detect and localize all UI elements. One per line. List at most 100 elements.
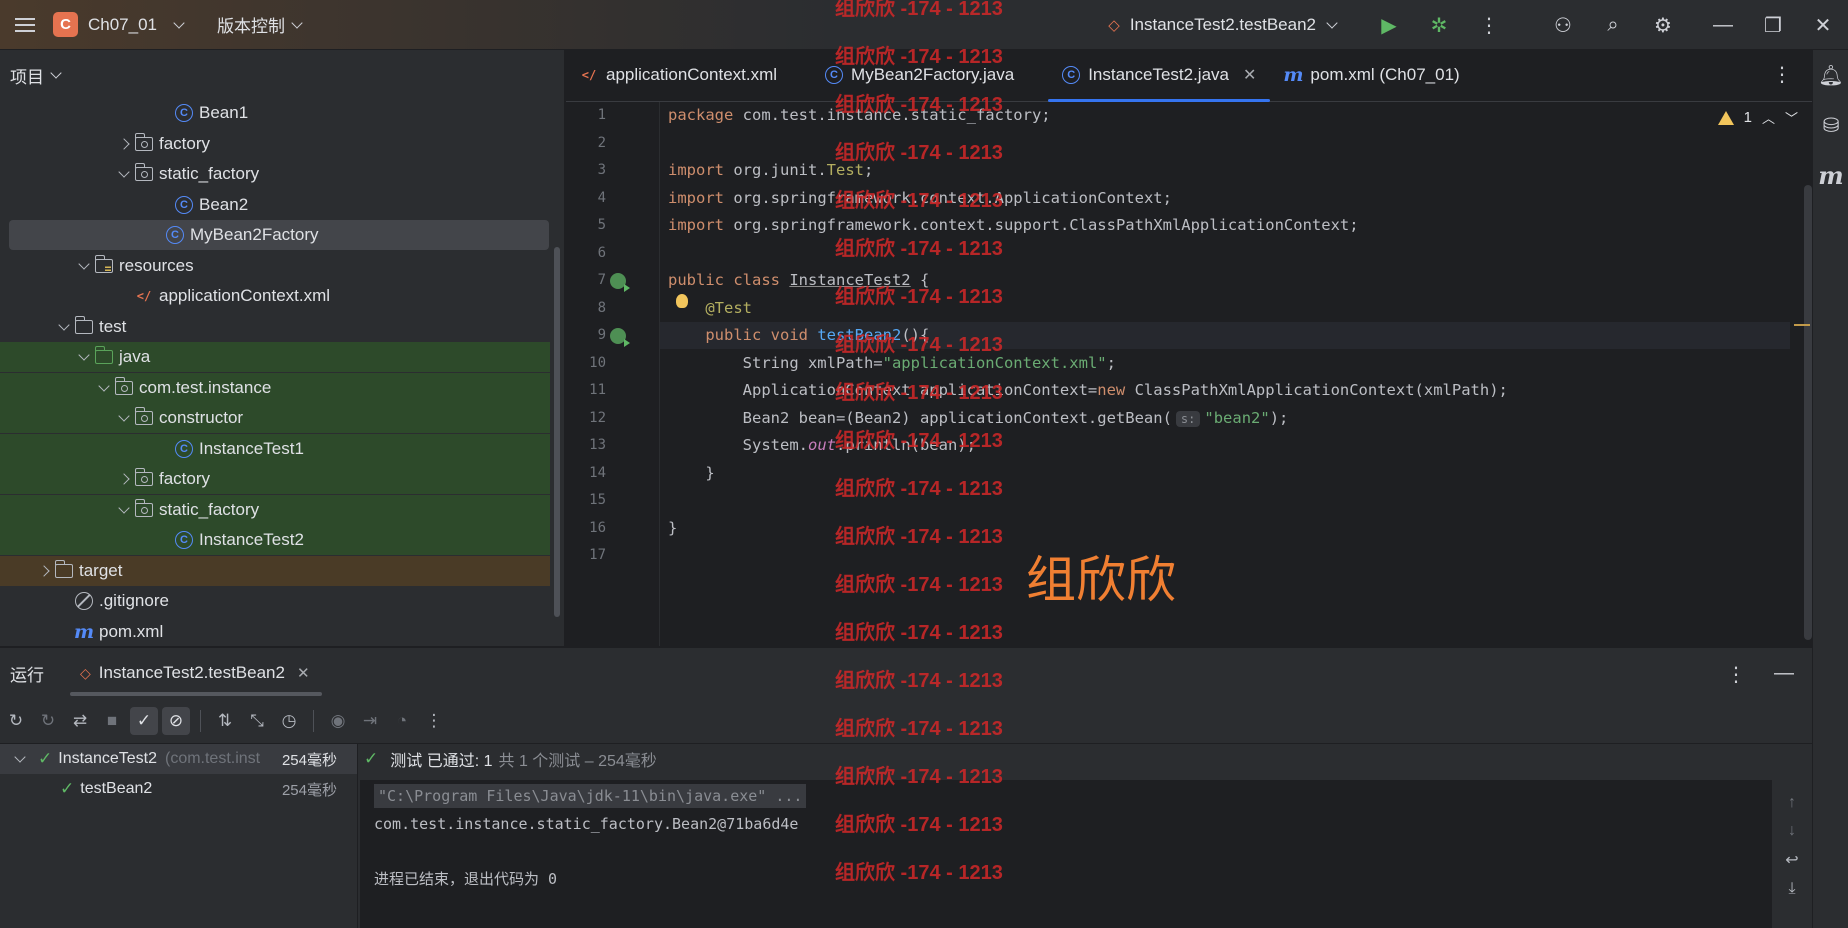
line-number[interactable]: 5 — [566, 212, 606, 239]
tree-node[interactable]: factory — [0, 464, 550, 494]
tree-node[interactable]: static_factory — [0, 494, 550, 525]
line-number[interactable]: 15 — [566, 487, 606, 514]
collapse-arrow-icon[interactable] — [113, 129, 135, 159]
show-ignored-icon[interactable]: ⊘ — [162, 706, 190, 735]
inspection-widget[interactable]: 1 ︿ ﹀ — [1717, 108, 1798, 127]
tree-node[interactable]: C Bean1 — [0, 98, 550, 128]
editor-tab[interactable]: </ applicationContext.xml — [566, 49, 791, 101]
run-configuration-selector[interactable]: ◇ InstanceTest2.testBean2 — [1108, 15, 1338, 35]
project-panel-header[interactable]: 项目 — [0, 50, 564, 100]
tree-node[interactable]: C InstanceTest1 — [0, 433, 550, 464]
tree-node[interactable]: resources — [0, 251, 550, 281]
editor-tab[interactable]: m pom.xml (Ch07_01) — [1270, 49, 1473, 101]
line-number[interactable]: 4 — [566, 185, 606, 212]
run-icon[interactable]: ▶ — [1364, 0, 1414, 50]
line-number[interactable]: 8 — [566, 295, 606, 322]
more-options-icon[interactable]: ⋮ — [1726, 662, 1746, 687]
search-icon[interactable]: ⌕ — [1588, 0, 1638, 50]
restore-window-icon[interactable]: ❐ — [1748, 0, 1798, 50]
line-number[interactable]: 11 — [566, 377, 606, 404]
tree-node[interactable]: C MyBean2Factory — [9, 220, 549, 250]
coverage-icon[interactable]: ◔ — [388, 707, 416, 735]
next-highlight-icon[interactable]: ﹀ — [1785, 108, 1798, 127]
notifications-icon[interactable]: 🔔︎ — [1813, 50, 1848, 100]
sort-by-duration-icon[interactable]: ⤡ — [243, 707, 271, 735]
line-number[interactable]: 14 — [566, 460, 606, 487]
more-toolbar-icon[interactable]: ⋮ — [420, 707, 448, 735]
test-result-row[interactable]: ✓ InstanceTest2 (com.test.inst 254毫秒 — [0, 744, 357, 774]
run-test-gutter-icon[interactable] — [610, 273, 630, 292]
vcs-menu[interactable]: 版本控制 — [217, 12, 303, 37]
close-tab-icon[interactable]: ✕ — [1243, 65, 1256, 85]
add-user-icon[interactable]: ⚇ — [1538, 0, 1588, 50]
intention-bulb-icon[interactable] — [676, 294, 688, 308]
run-tab[interactable]: ◇ InstanceTest2.testBean2 ✕ — [70, 648, 322, 698]
minimize-window-icon[interactable]: — — [1698, 0, 1748, 50]
close-window-icon[interactable]: ✕ — [1798, 0, 1848, 50]
sort-alphabetically-icon[interactable]: ⇅ — [211, 707, 239, 735]
line-number[interactable]: 2 — [566, 130, 606, 157]
expand-arrow-icon[interactable] — [73, 251, 95, 281]
show-passed-icon[interactable]: ✓ — [130, 706, 158, 735]
previous-highlight-icon[interactable]: ︿ — [1762, 108, 1775, 127]
import-tests-icon[interactable]: ⇥ — [356, 707, 384, 735]
line-number[interactable]: 16 — [566, 515, 606, 542]
line-number[interactable]: 6 — [566, 240, 606, 267]
line-number[interactable]: 1 — [566, 102, 606, 129]
expand-arrow-icon[interactable] — [53, 312, 75, 342]
line-number[interactable]: 7 — [566, 267, 606, 294]
expand-arrow-icon[interactable] — [73, 342, 95, 372]
hide-panel-icon[interactable]: — — [1774, 662, 1794, 687]
expand-arrow-icon[interactable] — [113, 159, 135, 189]
more-actions-icon[interactable]: ⋮ — [1464, 0, 1514, 50]
tree-node[interactable]: </ applicationContext.xml — [0, 281, 550, 311]
editor-scrollbar[interactable] — [1804, 185, 1812, 640]
line-number[interactable]: 12 — [566, 405, 606, 432]
expand-arrow-icon[interactable] — [113, 403, 135, 433]
tree-node[interactable]: constructor — [0, 403, 550, 433]
editor-tab[interactable]: C InstanceTest2.java ✕ — [1048, 49, 1271, 102]
test-result-row[interactable]: ✓ testBean2 254毫秒 — [0, 774, 357, 804]
tree-node[interactable]: C InstanceTest2 — [0, 525, 550, 555]
settings-gear-icon[interactable]: ⚙ — [1638, 0, 1688, 50]
database-icon[interactable]: ⛁ — [1813, 100, 1848, 150]
rerun-failed-icon[interactable]: ↻ — [34, 707, 62, 735]
tree-node[interactable]: java — [0, 342, 550, 372]
expand-arrow-icon[interactable] — [12, 744, 28, 774]
tree-node[interactable]: com.test.instance — [0, 372, 550, 403]
tree-node[interactable]: factory — [0, 129, 550, 159]
more-tabs-icon[interactable]: ⋮ — [1772, 62, 1792, 87]
tree-node[interactable]: C Bean2 — [0, 190, 550, 220]
line-number[interactable]: 9 — [566, 322, 606, 349]
tree-node[interactable]: static_factory — [0, 159, 550, 189]
tree-node[interactable]: target — [0, 555, 550, 586]
project-scrollbar[interactable] — [554, 247, 560, 617]
tree-node[interactable]: m pom.xml — [0, 617, 550, 647]
console-output[interactable]: "C:\Program Files\Java\jdk-11\bin\java.e… — [360, 780, 1772, 928]
line-number[interactable]: 10 — [566, 350, 606, 377]
test-history-icon[interactable]: ◷ — [275, 707, 303, 735]
toggle-auto-test-icon[interactable]: ⇄ — [66, 707, 94, 735]
rerun-icon[interactable]: ↻ — [2, 707, 30, 735]
collapse-arrow-icon[interactable] — [33, 556, 55, 586]
scroll-up-icon[interactable]: ↑ — [1788, 794, 1796, 812]
screenshot-icon[interactable]: ◉ — [324, 707, 352, 735]
collapse-arrow-icon[interactable] — [113, 464, 135, 494]
maven-icon[interactable]: m — [1813, 150, 1848, 200]
expand-arrow-icon[interactable] — [113, 495, 135, 525]
warning-stripe-mark[interactable] — [1794, 324, 1810, 326]
editor-gutter[interactable]: 1 2 3 4 5 6 7 8 9 10 11 12 13 14 15 16 17 — [566, 102, 660, 646]
line-number[interactable]: 3 — [566, 157, 606, 184]
debug-icon[interactable]: ✲ — [1414, 0, 1464, 50]
editor-tab[interactable]: C MyBean2Factory.java — [811, 49, 1028, 101]
soft-wrap-icon[interactable]: ↩ — [1785, 850, 1798, 870]
tree-node[interactable]: .gitignore — [0, 586, 550, 616]
stop-icon[interactable]: ■ — [98, 707, 126, 735]
scroll-to-end-icon[interactable]: ⤓ — [1788, 880, 1795, 898]
tree-node[interactable]: test — [0, 312, 550, 342]
line-number[interactable]: 17 — [566, 542, 606, 569]
code-editor[interactable]: package com.test.instance.static_factory… — [660, 102, 1800, 646]
project-switcher[interactable]: C Ch07_01 — [53, 12, 185, 37]
expand-arrow-icon[interactable] — [93, 373, 115, 403]
run-test-gutter-icon[interactable] — [610, 328, 630, 347]
